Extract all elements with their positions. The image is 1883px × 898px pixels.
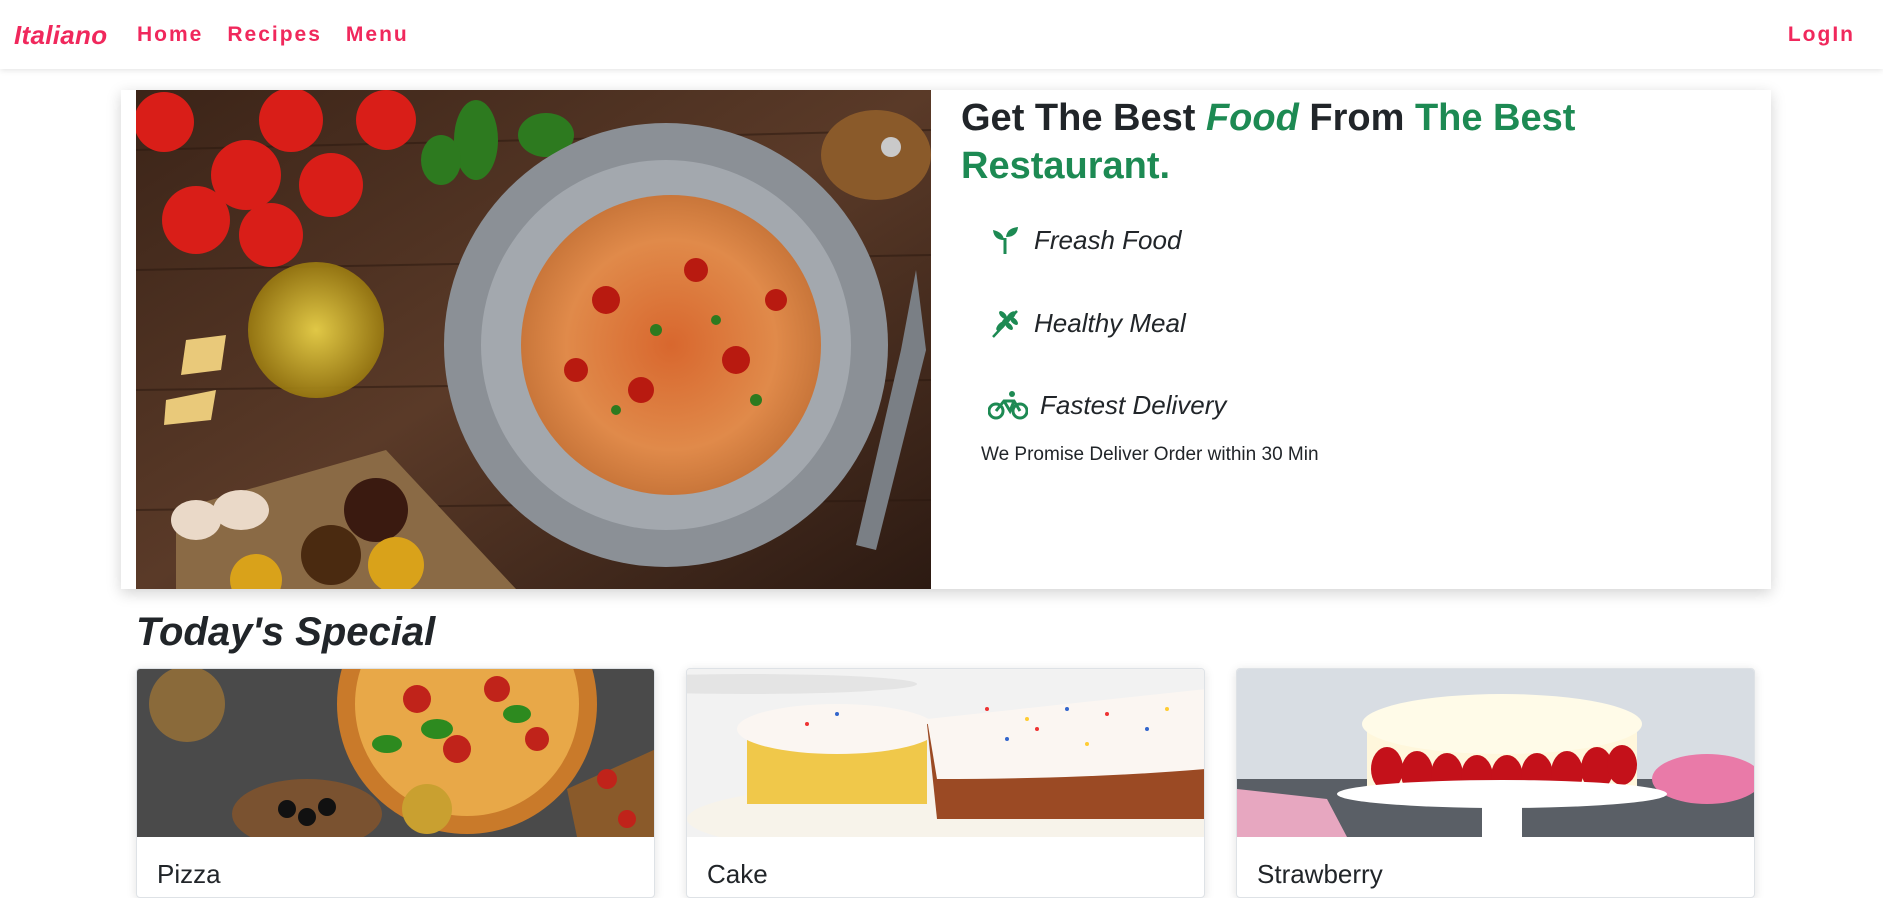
cake-image <box>687 669 1204 837</box>
nav-links: Home Recipes Menu <box>137 23 409 47</box>
special-section-title: Today's Special <box>136 610 436 654</box>
bicycle-icon <box>988 388 1028 422</box>
pizza-image <box>137 669 654 837</box>
card-title: Cake <box>707 859 768 889</box>
hero-title: Get The Best Food From The Best Restaura… <box>961 94 1741 190</box>
special-card-strawberry[interactable]: Strawberry <box>1236 668 1755 898</box>
feature-label: Fastest Delivery <box>1040 389 1227 420</box>
strawberry-cake-image <box>1237 669 1754 837</box>
nav-link-menu[interactable]: Menu <box>346 23 409 47</box>
hero-title-part1: Get The Best <box>961 97 1206 139</box>
sprout-icon <box>988 223 1022 257</box>
hero-card: Get The Best Food From The Best Restaura… <box>121 90 1771 589</box>
card-title: Strawberry <box>1257 859 1383 889</box>
special-card-cake[interactable]: Cake <box>686 668 1205 898</box>
special-card-pizza[interactable]: Pizza <box>136 668 655 898</box>
hero-title-part2: From <box>1298 97 1415 139</box>
nav-link-home[interactable]: Home <box>137 23 203 47</box>
brand-logo[interactable]: Italiano <box>14 20 107 51</box>
card-title: Pizza <box>157 859 221 889</box>
hero-title-food: Food <box>1205 97 1299 139</box>
feature-label: Freash Food <box>1034 224 1182 255</box>
feature-healthy-meal: Healthy Meal <box>988 306 1186 340</box>
navbar: Italiano Home Recipes Menu LogIn <box>0 0 1883 69</box>
hero-text: Get The Best Food From The Best Restaura… <box>961 90 1741 465</box>
hero-pasta-image <box>136 90 931 589</box>
feature-label: Healthy Meal <box>1034 307 1186 338</box>
nav-link-recipes[interactable]: Recipes <box>227 23 322 47</box>
wheat-icon <box>988 306 1022 340</box>
feature-fastest-delivery: Fastest Delivery <box>988 388 1226 422</box>
delivery-promise: We Promise Deliver Order within 30 Min <box>981 444 1319 465</box>
feature-fresh-food: Freash Food <box>988 223 1181 257</box>
login-link[interactable]: LogIn <box>1788 23 1855 47</box>
